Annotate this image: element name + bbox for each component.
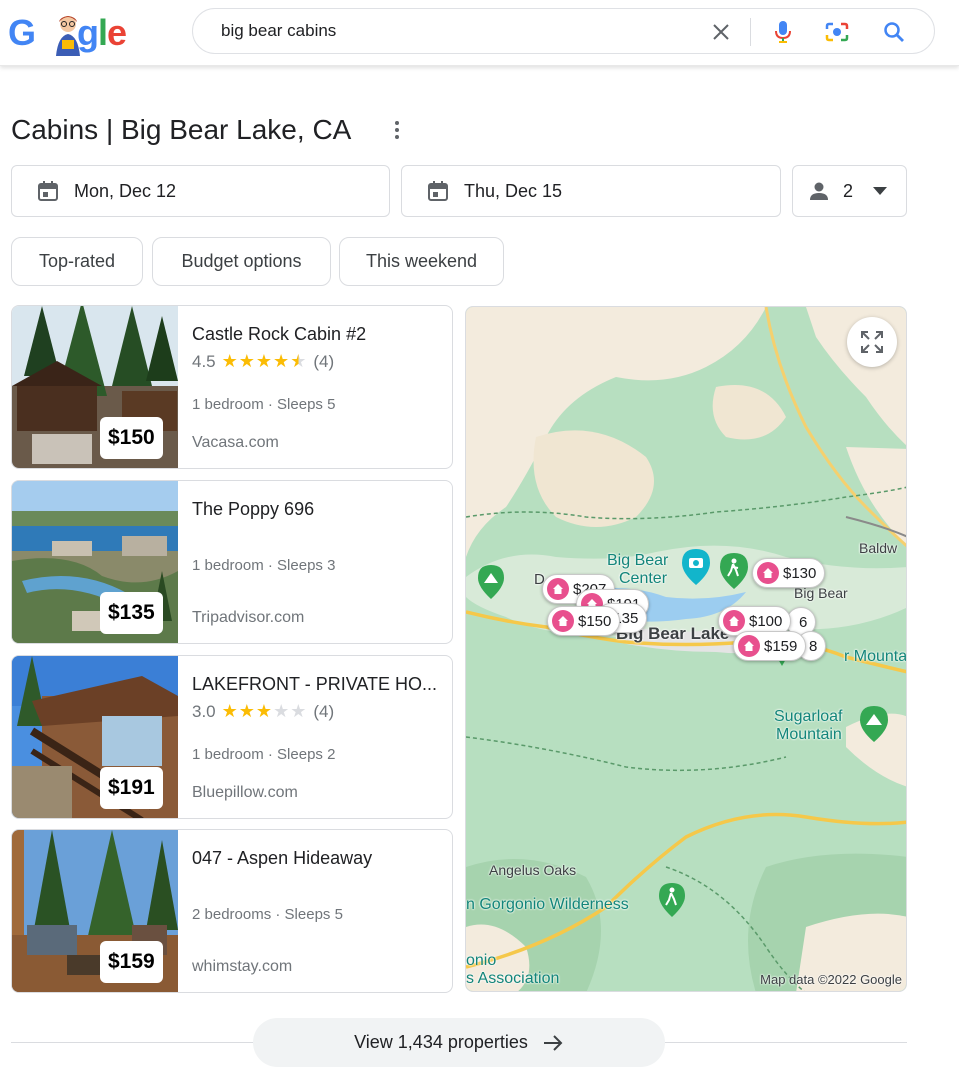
person-icon [810, 182, 828, 200]
guest-count: 2 [843, 180, 854, 201]
camera-lens-icon[interactable] [824, 19, 850, 45]
map-price-pin[interactable]: $130 [752, 558, 826, 588]
listing-title: LAKEFRONT - PRIVATE HO... [192, 674, 438, 694]
sugarloaf-peak-icon [860, 706, 888, 742]
peak-marker-icon [478, 565, 504, 599]
dropdown-arrow-icon [873, 187, 888, 195]
star-rating-icon: ★★★★★ [221, 351, 308, 371]
house-icon [757, 562, 779, 584]
view-all-label: View 1,434 properties [354, 1032, 528, 1052]
listing-title: The Poppy 696 [192, 499, 315, 519]
wilderness-hiking-icon [659, 883, 685, 917]
search-box[interactable]: big bear cabins [192, 8, 935, 54]
listing-details: 1 bedroom · Sleeps 2 [192, 746, 336, 763]
map-terrain [466, 307, 906, 991]
chip-budget-options[interactable]: Budget options [152, 237, 331, 286]
rating-value: 4.5 [192, 351, 216, 371]
search-header: Google big bear cabins [0, 0, 959, 66]
arrow-right-icon [543, 1034, 563, 1051]
price-badge: $159 [100, 941, 163, 983]
map-label-angelus-oaks: Angelus Oaks [489, 862, 577, 878]
listing-source: Bluepillow.com [192, 784, 298, 801]
calendar-icon [428, 181, 448, 201]
listing-source: whimstay.com [192, 958, 293, 975]
map-credit: Map data ©2022 Google [760, 972, 902, 987]
calendar-icon [38, 181, 58, 201]
check-in-date: Mon, Dec 12 [74, 180, 177, 201]
listing-card[interactable]: $150 Castle Rock Cabin #2 4.5 ★★★★★ (4) … [11, 305, 453, 469]
doodle-figure-icon [56, 16, 80, 56]
fullscreen-icon [861, 331, 883, 353]
search-icon[interactable] [881, 19, 907, 45]
map-label-association-1: onio [466, 952, 497, 969]
more-options-icon[interactable] [386, 116, 408, 144]
listing-card[interactable]: $159 047 - Aspen Hideaway 2 bedrooms · S… [11, 829, 453, 993]
map-label-mountain-edge: r Mounta [844, 648, 907, 665]
map-label-association-2: s Association [466, 970, 560, 987]
check-out-date: Thu, Dec 15 [464, 180, 563, 201]
map-label-baldwin: Baldw [859, 540, 898, 556]
star-rating-icon: ★★★★★ [221, 701, 308, 721]
listing-card[interactable]: $135 The Poppy 696 1 bedroom · Sleeps 3 … [11, 480, 453, 644]
page-title: Cabins | Big Bear Lake, CA [11, 114, 352, 145]
map-label-sugarloaf-mountain: Mountain [776, 726, 842, 743]
check-in-date-field[interactable]: Mon, Dec 12 [11, 165, 390, 217]
camera-poi-icon [682, 549, 710, 585]
listing-card[interactable]: $191 LAKEFRONT - PRIVATE HO... 3.0 ★★★★★… [11, 655, 453, 819]
price-badge: $135 [100, 592, 163, 634]
listing-photo: $135 [12, 481, 178, 643]
listing-source: Vacasa.com [192, 434, 279, 451]
search-divider [750, 18, 751, 46]
price-badge: $191 [100, 767, 163, 809]
listing-rating: 3.0 ★★★★★ (4) [192, 701, 334, 722]
map-label-sugarloaf: Sugarloaf [774, 708, 843, 725]
clear-icon[interactable] [708, 19, 734, 45]
map-label-big-bear-center: Big Bear [607, 552, 669, 569]
hiking-poi-icon [720, 553, 748, 589]
chip-this-weekend[interactable]: This weekend [339, 237, 504, 286]
guests-dropdown[interactable]: 2 [792, 165, 907, 217]
map-price-pin[interactable]: $150 [547, 606, 621, 636]
map-price-pin[interactable]: $159 [733, 631, 807, 661]
listing-rating: 4.5 ★★★★★ (4) [192, 351, 334, 372]
review-count: (4) [313, 351, 335, 371]
map-label-san-gorgonio: n Gorgonio Wilderness [466, 896, 629, 913]
check-out-date-field[interactable]: Thu, Dec 15 [401, 165, 781, 217]
expand-map-button[interactable] [847, 317, 897, 367]
view-all-properties-button[interactable]: View 1,434 properties [253, 1018, 665, 1067]
chip-top-rated[interactable]: Top-rated [11, 237, 143, 286]
listing-title: Castle Rock Cabin #2 [192, 324, 367, 344]
search-input[interactable]: big bear cabins [221, 21, 336, 41]
listing-details: 1 bedroom · Sleeps 5 [192, 396, 336, 413]
google-doodle-logo[interactable]: Google [8, 10, 138, 56]
house-icon [547, 578, 569, 600]
rating-value: 3.0 [192, 701, 216, 721]
house-icon [552, 610, 574, 632]
listing-photo: $191 [12, 656, 178, 818]
listing-title: 047 - Aspen Hideaway [192, 848, 373, 868]
house-icon [723, 610, 745, 632]
review-count: (4) [313, 701, 335, 721]
listing-source: Tripadvisor.com [192, 609, 305, 626]
microphone-icon[interactable] [770, 19, 796, 45]
listing-photo: $150 [12, 306, 178, 468]
map-label-center: Center [619, 570, 668, 587]
listing-details: 1 bedroom · Sleeps 3 [192, 557, 336, 574]
listings-map[interactable]: Big Bear Center D Big Bear Lake Big Bear… [465, 306, 907, 992]
price-badge: $150 [100, 417, 163, 459]
house-icon [738, 635, 760, 657]
listing-details: 2 bedrooms · Sleeps 5 [192, 906, 343, 923]
listing-photo: $159 [12, 830, 178, 992]
